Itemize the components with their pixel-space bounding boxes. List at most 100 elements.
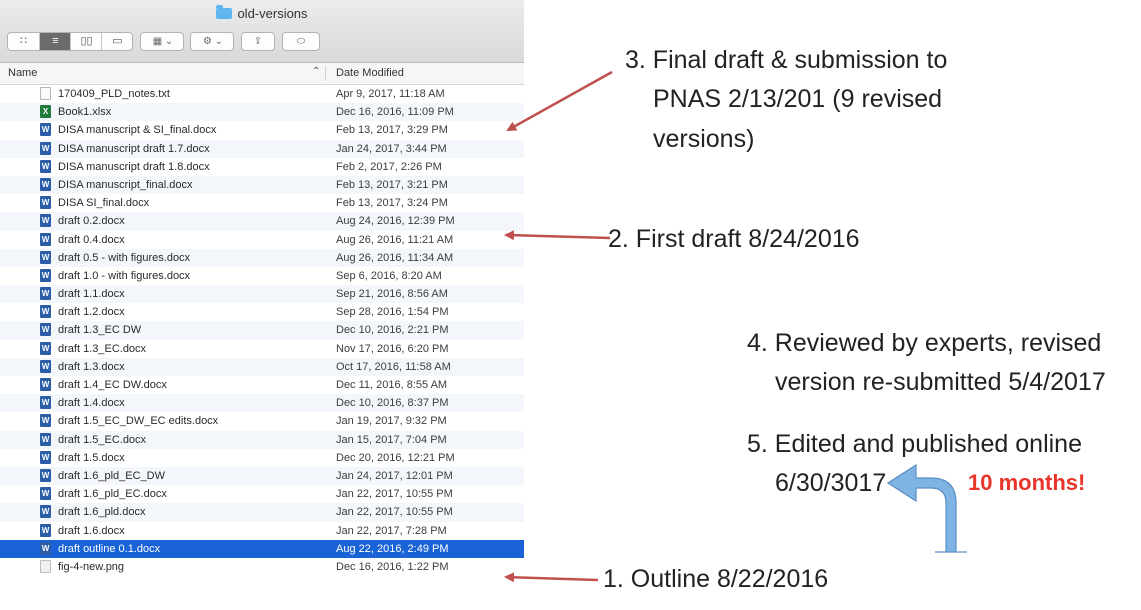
file-date-modified: Sep 6, 2016, 8:20 AM: [336, 269, 442, 282]
file-date-modified: Jan 22, 2017, 7:28 PM: [336, 524, 447, 537]
word-document-icon: W: [40, 414, 51, 428]
file-row[interactable]: Wdraft 1.6_pld_EC_DW Jan 24, 2017, 12:01 …: [0, 466, 524, 486]
file-date-modified: Aug 26, 2016, 11:34 AM: [336, 251, 454, 264]
file-row[interactable]: W DISA SI_final.docx Feb 13, 2017, 3:24 PM: [0, 194, 524, 212]
word-document-icon: W: [40, 341, 51, 355]
file-row[interactable]: Wdraft 1.5_EC_DW_EC edits.docx Jan 19, 20…: [0, 412, 524, 430]
file-date-modified: Jan 24, 2017, 3:44 PM: [336, 142, 447, 155]
file-date-modified: Dec 11, 2016, 8:55 AM: [336, 379, 448, 391]
file-name: DISA manuscript & SI_final.docx: [58, 124, 217, 137]
file-name: draft 1.3_EC DW: [58, 324, 142, 337]
word-document-icon: W: [40, 323, 51, 337]
word-document-icon: W: [40, 196, 51, 210]
file-row[interactable]: Wdraft 1.0 - with figures.docx Sep 6, 201…: [0, 267, 524, 285]
file-row[interactable]: fig-4-new.png Dec 16, 2016, 1:22 PM: [0, 558, 524, 576]
note-first-draft: 2. First draft 8/24/2016: [608, 225, 860, 253]
arrange-grid-icon: ▦ ⌄: [152, 36, 174, 47]
file-date-modified: Dec 20, 2016, 12:21 PM: [336, 451, 455, 464]
file-name: draft 1.6_pld_EC.docx: [58, 488, 167, 501]
note-outline: 1. Outline 8/22/2016: [603, 565, 829, 593]
list-view-icon[interactable]: ≡: [39, 33, 71, 50]
file-name: draft 1.0 - with figures.docx: [58, 269, 191, 282]
date-column-header[interactable]: Date Modified: [336, 67, 404, 79]
file-row[interactable]: Wdraft 0.5 - with figures.docx Aug 26, 20…: [0, 248, 524, 267]
file-row[interactable]: X Book1.xlsx Dec 16, 2016, 11:09 PM: [0, 103, 524, 122]
file-name: DISA SI_final.docx: [58, 197, 150, 210]
word-document-icon: W: [40, 250, 51, 264]
file-date-modified: Jan 19, 2017, 9:32 PM: [336, 415, 447, 428]
word-document-icon: W: [40, 450, 51, 464]
file-date-modified: Sep 21, 2016, 8:56 AM: [336, 288, 448, 301]
file-name: draft 1.5.docx: [58, 451, 125, 464]
tag-button[interactable]: ⬭: [282, 32, 320, 51]
view-mode-control: ∷ ≡ ▯▯ ▭: [7, 32, 133, 51]
file-row[interactable]: Wdraft 1.3_EC.docx Nov 17, 2016, 6:20 PM: [0, 340, 524, 358]
file-date-modified: Aug 26, 2016, 11:21 AM: [336, 233, 454, 246]
file-row[interactable]: 170409_PLD_notes.txt Apr 9, 2017, 11:18 A…: [0, 85, 524, 103]
note-published-line1: 5. Edited and published online: [747, 430, 1082, 458]
word-document-icon: W: [40, 487, 51, 501]
file-date-modified: Sep 28, 2016, 1:54 PM: [336, 306, 449, 319]
file-row[interactable]: Wdraft 1.6_pld_EC.docx Jan 22, 2017, 10:5…: [0, 485, 524, 503]
note-reviewed-line1: 4. Reviewed by experts, revised: [747, 329, 1102, 357]
file-row[interactable]: W DISA manuscript_final.docx Feb 13, 2017,…: [0, 175, 524, 195]
word-document-icon: W: [40, 541, 51, 555]
share-icon: ⇪: [253, 36, 263, 47]
image-file-icon: [40, 559, 51, 573]
text-file-icon: [40, 87, 51, 100]
file-date-modified: Jan 24, 2017, 12:01 PM: [336, 469, 453, 482]
window-title: old-versions: [0, 5, 524, 21]
file-name: draft 0.5 - with figures.docx: [58, 251, 191, 264]
column-divider[interactable]: [325, 66, 326, 81]
arrange-button[interactable]: ▦ ⌄: [140, 32, 184, 51]
file-date-modified: Oct 17, 2016, 11:58 AM: [336, 360, 451, 373]
file-row[interactable]: Wdraft 0.2.docx Aug 24, 2016, 12:39 PM: [0, 212, 524, 231]
file-row[interactable]: W DISA manuscript draft 1.7.docx Jan 24, 2…: [0, 139, 524, 158]
file-date-modified: Feb 2, 2017, 2:26 PM: [336, 160, 442, 173]
note-reviewed-line2: version re-submitted 5/4/2017: [775, 368, 1106, 396]
name-column-header[interactable]: Name: [8, 67, 37, 79]
file-row[interactable]: Wdraft 1.6.docx Jan 22, 2017, 7:28 PM: [0, 522, 524, 540]
word-document-icon: W: [40, 268, 51, 282]
file-row[interactable]: Wdraft outline 0.1.docx Aug 22, 2016, 2:4…: [0, 539, 524, 558]
word-document-icon: W: [40, 432, 51, 446]
file-row[interactable]: W DISA manuscript draft 1.8.docx Feb 2, 20…: [0, 158, 524, 176]
icon-view-icon[interactable]: ∷: [8, 33, 39, 50]
share-button[interactable]: ⇪: [241, 32, 275, 51]
gear-icon: ⚙ ⌄: [202, 36, 224, 47]
file-row[interactable]: Wdraft 1.3_EC DW Dec 10, 2016, 2:21 PM: [0, 321, 524, 340]
file-date-modified: Dec 16, 2016, 1:22 PM: [336, 560, 449, 573]
file-name: DISA manuscript draft 1.7.docx: [58, 142, 210, 155]
sort-ascending-icon[interactable]: ⌃: [312, 66, 320, 77]
file-row[interactable]: Wdraft 1.1.docx Sep 21, 2016, 8:56 AM: [0, 285, 524, 304]
file-row[interactable]: Wdraft 1.6_pld.docx Jan 22, 2017, 10:55 P…: [0, 503, 524, 522]
file-date-modified: Feb 13, 2017, 3:29 PM: [336, 124, 448, 137]
file-row[interactable]: Wdraft 1.5_EC.docx Jan 15, 2017, 7:04 PM: [0, 430, 524, 449]
column-header: Name ⌃ Date Modified: [0, 63, 524, 85]
word-document-icon: W: [40, 141, 51, 155]
tag-icon: ⬭: [296, 36, 306, 47]
excel-spreadsheet-icon: X: [40, 105, 51, 119]
note-final-draft-line1: 3. Final draft & submission to: [625, 46, 948, 74]
finder-window: old-versions ∷ ≡ ▯▯ ▭ ▦ ⌄ ⚙ ⌄ ⇪ ⬭ Name ⌃…: [0, 0, 524, 610]
word-document-icon: W: [40, 123, 51, 137]
file-row[interactable]: Wdraft 1.5.docx Dec 20, 2016, 12:21 PM: [0, 449, 524, 467]
file-name: draft outline 0.1.docx: [58, 542, 161, 555]
word-document-icon: W: [40, 523, 51, 537]
file-name: draft 0.4.docx: [58, 233, 125, 246]
file-row[interactable]: Wdraft 1.4.docx Dec 10, 2016, 8:37 PM: [0, 394, 524, 413]
action-button[interactable]: ⚙ ⌄: [190, 32, 234, 51]
column-view-icon[interactable]: ▯▯: [70, 33, 102, 50]
file-name: draft 1.4_EC DW.docx: [58, 379, 167, 391]
file-name: draft 1.3.docx: [58, 360, 125, 373]
word-document-icon: W: [40, 232, 51, 246]
file-date-modified: Apr 9, 2017, 11:18 AM: [336, 88, 445, 100]
file-row[interactable]: W DISA manuscript & SI_final.docx Feb 13, …: [0, 121, 524, 139]
file-name: draft 1.3_EC.docx: [58, 342, 147, 355]
file-row[interactable]: Wdraft 0.4.docx Aug 26, 2016, 11:21 AM: [0, 231, 524, 249]
file-row[interactable]: Wdraft 1.3.docx Oct 17, 2016, 11:58 AM: [0, 357, 524, 376]
cover-flow-icon[interactable]: ▭: [101, 33, 133, 50]
file-date-modified: Feb 13, 2017, 3:24 PM: [336, 197, 448, 210]
file-row[interactable]: Wdraft 1.2.docx Sep 28, 2016, 1:54 PM: [0, 303, 524, 321]
file-row[interactable]: Wdraft 1.4_EC DW.docx Dec 11, 2016, 8:55 …: [0, 376, 524, 394]
